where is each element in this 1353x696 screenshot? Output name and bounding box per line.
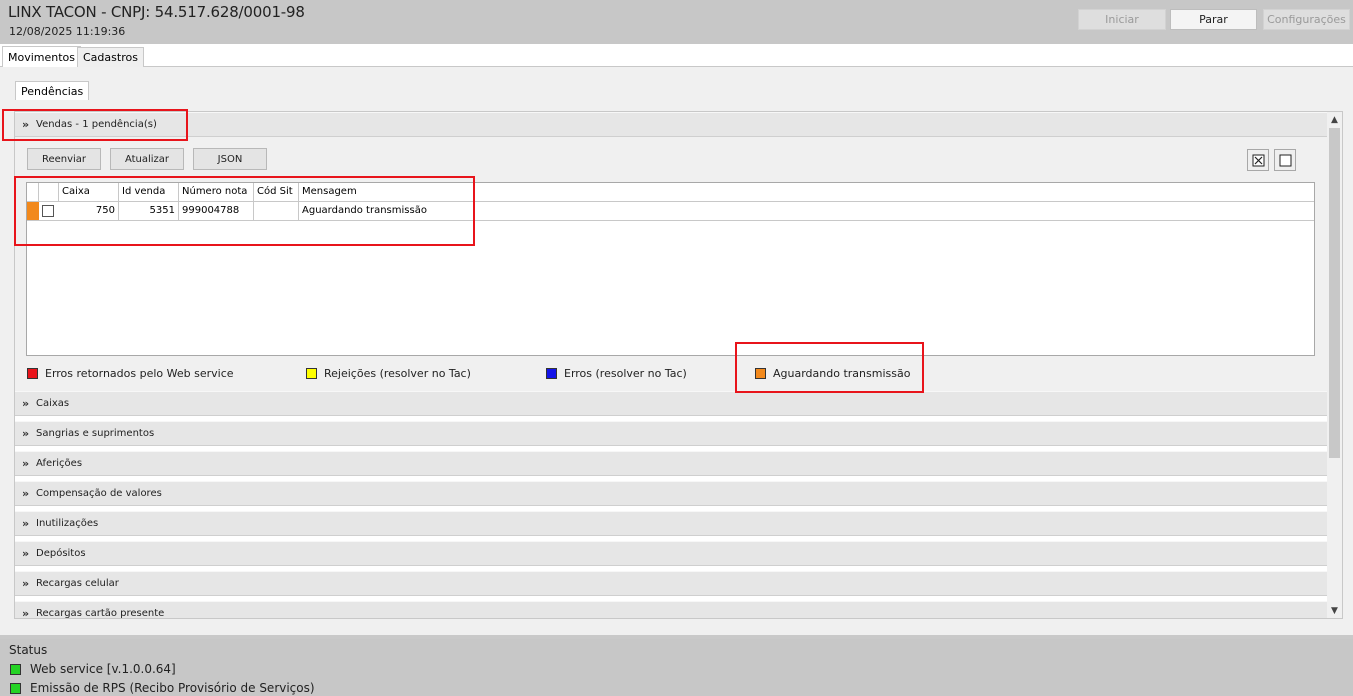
accordion-label: Sangrias e suprimentos	[36, 428, 155, 439]
resend-button[interactable]: Reenviar	[27, 148, 101, 170]
red-swatch-icon	[27, 368, 38, 379]
accordion-sangrias[interactable]: » Sangrias e suprimentos	[15, 421, 1327, 446]
scroll-down-icon[interactable]: ▼	[1327, 603, 1342, 618]
chevron-right-icon: »	[22, 457, 30, 470]
app-datetime: 12/08/2025 11:19:36	[9, 25, 126, 38]
yellow-swatch-icon	[306, 368, 317, 379]
accordion-recargas-celular[interactable]: » Recargas celular	[15, 571, 1327, 596]
status-label: Emissão de RPS (Recibo Provisório de Ser…	[30, 681, 315, 695]
chevron-right-icon: »	[22, 397, 30, 410]
legend-label: Erros retornados pelo Web service	[45, 367, 234, 380]
scroll-thumb[interactable]	[1329, 128, 1340, 458]
accordion-recargas-cartao[interactable]: » Recargas cartão presente	[15, 601, 1327, 619]
accordion-inutilizacoes[interactable]: » Inutilizações	[15, 511, 1327, 536]
chevron-right-icon: »	[22, 547, 30, 560]
tab-cadastros[interactable]: Cadastros	[77, 47, 144, 67]
accordion-label: Recargas celular	[36, 578, 119, 589]
main-content: Pendências » Vendas - 1 pendência(s) Ree…	[0, 67, 1353, 635]
accordion-label: Depósitos	[36, 548, 86, 559]
accordion-afericoes[interactable]: » Aferições	[15, 451, 1327, 476]
select-all-icon[interactable]	[1274, 149, 1296, 171]
status-item-rps: Emissão de RPS (Recibo Provisório de Ser…	[10, 681, 315, 695]
scroll-up-icon[interactable]: ▲	[1327, 112, 1342, 127]
legend-label: Rejeições (resolver no Tac)	[324, 367, 471, 380]
status-ok-icon	[10, 663, 21, 675]
main-tabs: Movimentos Cadastros	[0, 44, 1353, 67]
tab-pendencias[interactable]: Pendências	[15, 81, 90, 100]
legend-item: Rejeições (resolver no Tac)	[306, 367, 471, 380]
status-label: Web service [v.1.0.0.64]	[30, 662, 176, 676]
app-header: LINX TACON - CNPJ: 54.517.628/0001-98 12…	[0, 0, 1353, 44]
app-title: LINX TACON - CNPJ: 54.517.628/0001-98	[8, 3, 305, 21]
legend-item: Erros (resolver no Tac)	[546, 367, 687, 380]
clear-selection-icon[interactable]	[1247, 149, 1269, 171]
accordion-label: Recargas cartão presente	[36, 608, 165, 619]
status-ok-icon	[10, 682, 21, 694]
accordion-label: Compensação de valores	[36, 488, 162, 499]
chevron-right-icon: »	[22, 607, 30, 619]
chevron-right-icon: »	[22, 577, 30, 590]
accordion-caixas[interactable]: » Caixas	[15, 391, 1327, 416]
settings-button[interactable]: Configurações	[1263, 9, 1350, 30]
accordion-vendas[interactable]: » Vendas - 1 pendência(s)	[15, 112, 1327, 137]
stop-button[interactable]: Parar	[1170, 9, 1257, 30]
legend-label: Erros (resolver no Tac)	[564, 367, 687, 380]
accordion-compensacao[interactable]: » Compensação de valores	[15, 481, 1327, 506]
accordion-depositos[interactable]: » Depósitos	[15, 541, 1327, 566]
annotation-box-vendas	[2, 109, 188, 141]
start-button[interactable]: Iniciar	[1078, 9, 1166, 30]
accordion-label: Aferições	[36, 458, 83, 469]
legend-item: Erros retornados pelo Web service	[27, 367, 234, 380]
chevron-right-icon: »	[22, 487, 30, 500]
chevron-right-icon: »	[22, 517, 30, 530]
blue-swatch-icon	[546, 368, 557, 379]
chevron-right-icon: »	[22, 427, 30, 440]
vertical-scrollbar[interactable]: ▲ ▼	[1327, 112, 1342, 618]
refresh-button[interactable]: Atualizar	[110, 148, 184, 170]
accordion-label: Caixas	[36, 398, 70, 409]
status-item-webservice: Web service [v.1.0.0.64]	[10, 662, 176, 676]
accordion-label: Inutilizações	[36, 518, 99, 529]
tab-movimentos[interactable]: Movimentos	[2, 46, 82, 67]
json-button[interactable]: JSON	[193, 148, 267, 170]
annotation-box-legend	[735, 342, 924, 393]
annotation-box-row	[14, 176, 475, 246]
status-bar: Status Web service [v.1.0.0.64] Emissão …	[0, 639, 1353, 696]
status-title: Status	[9, 643, 48, 657]
